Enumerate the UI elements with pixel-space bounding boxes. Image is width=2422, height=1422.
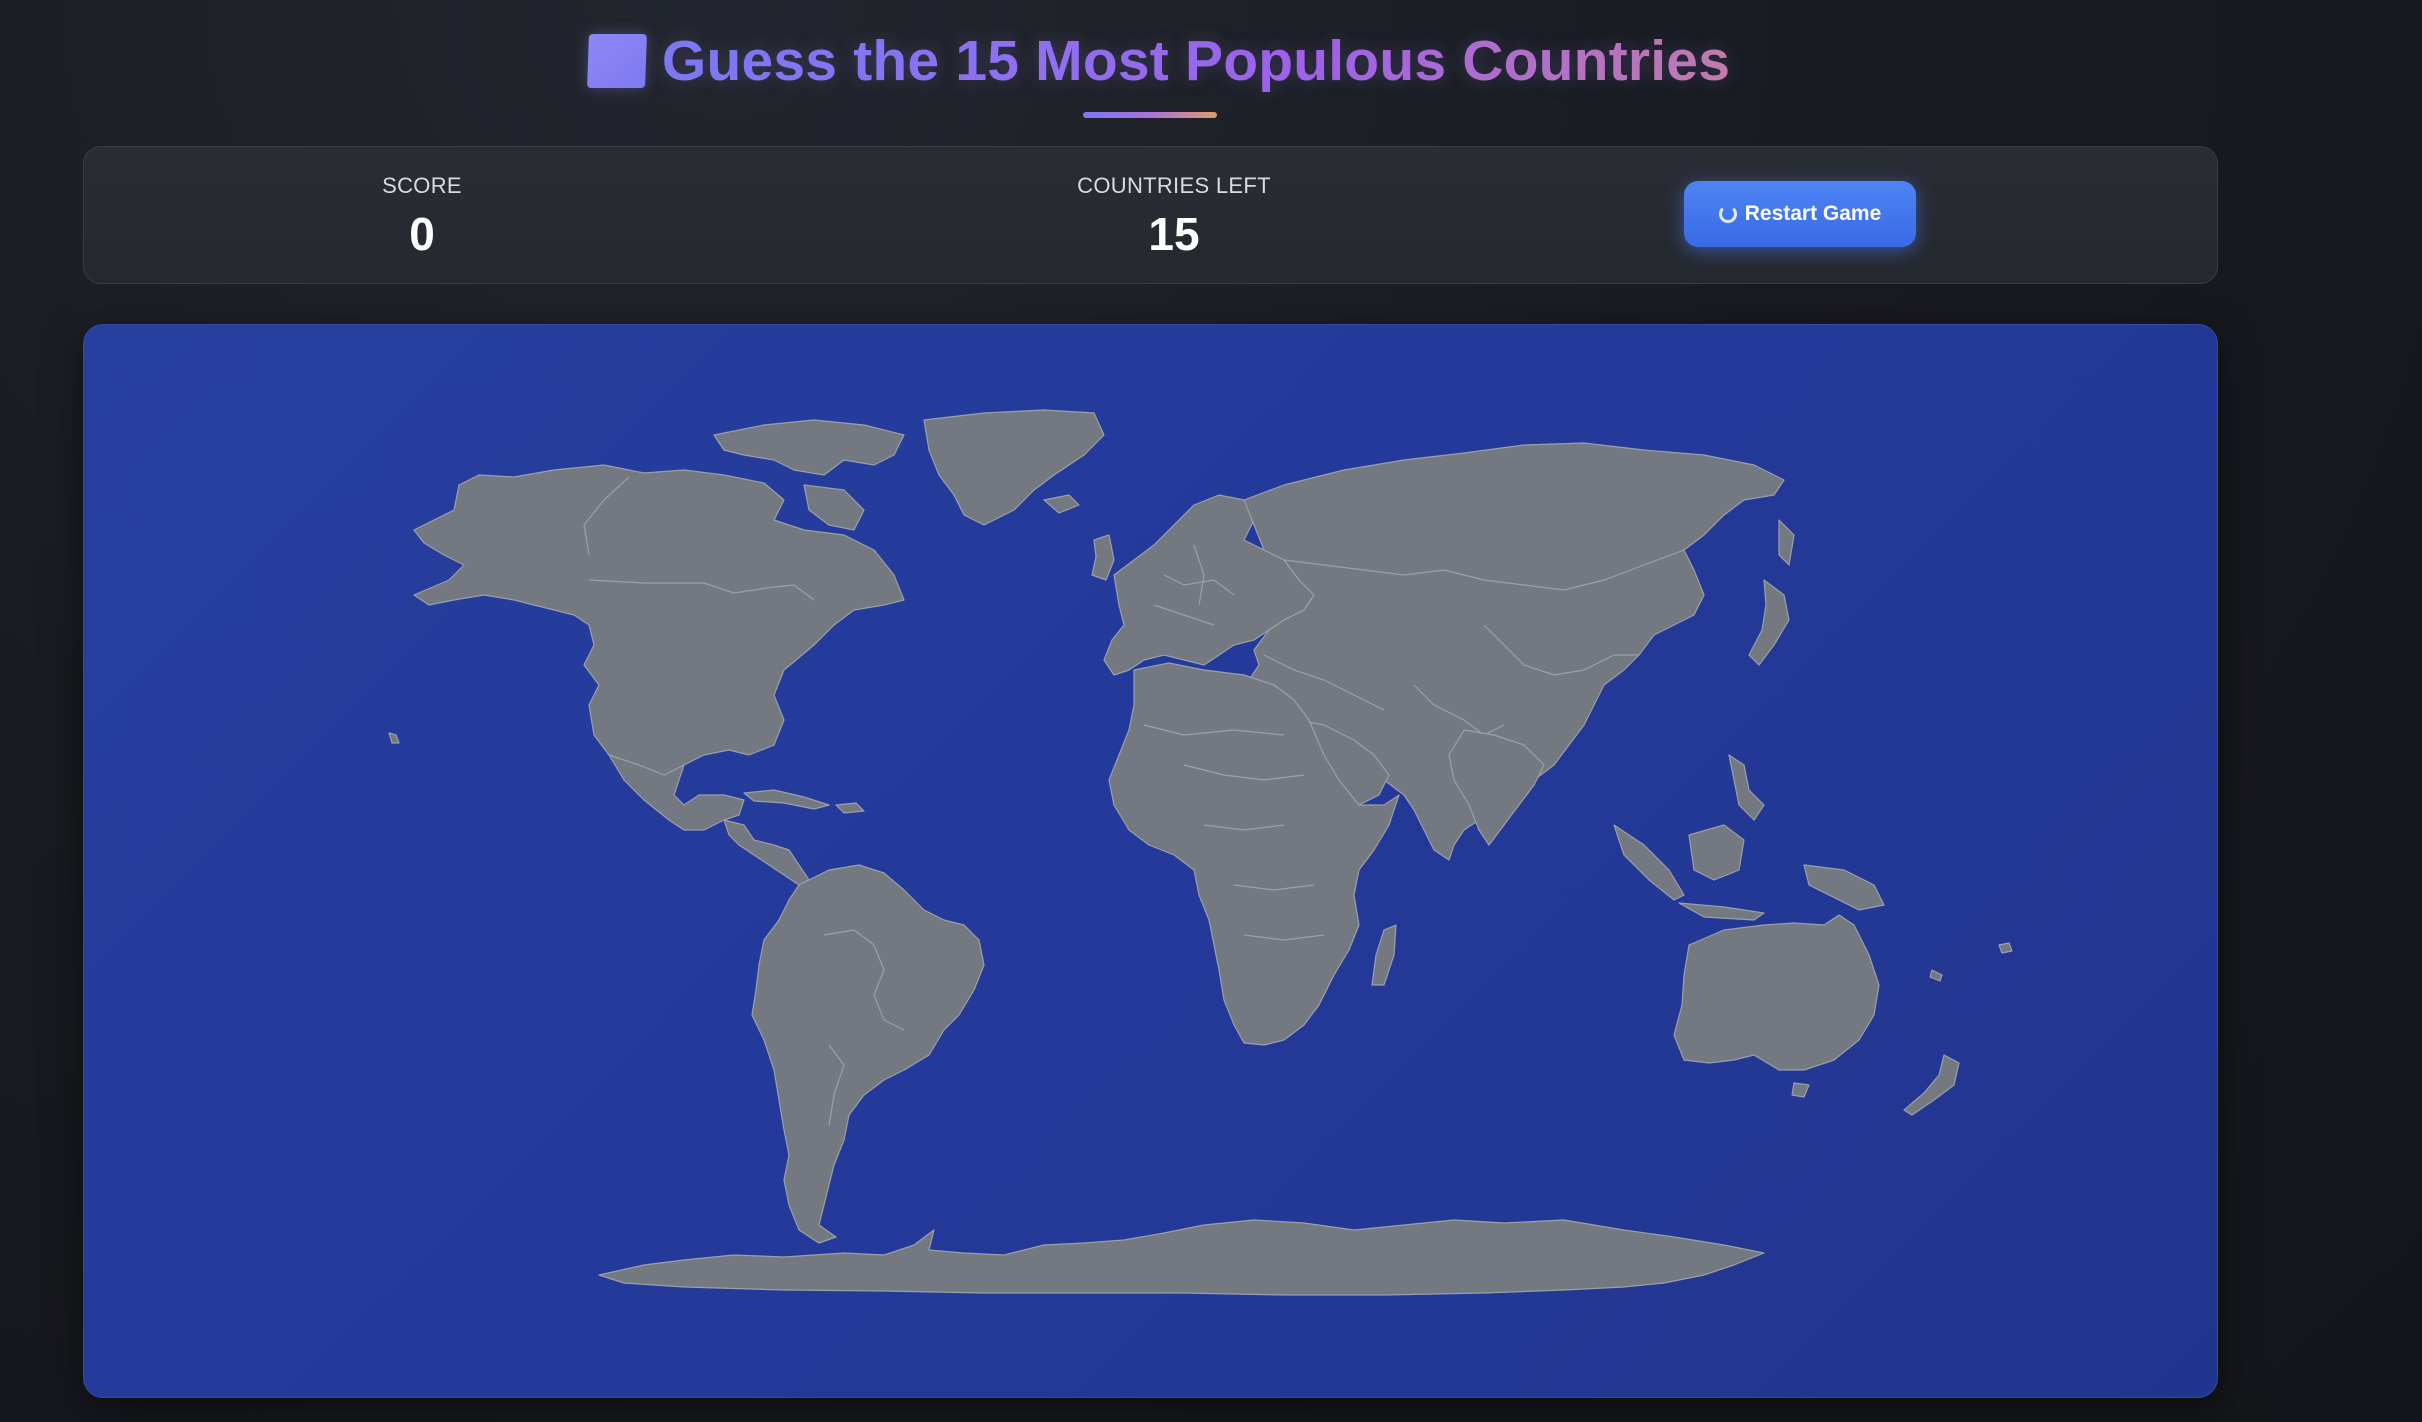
- world-map-svg[interactable]: [84, 325, 2218, 1398]
- score-value: 0: [409, 208, 435, 260]
- country-sakhalin[interactable]: [1778, 519, 1795, 566]
- country-new-guinea[interactable]: [1803, 864, 1885, 911]
- country-uk[interactable]: [1091, 534, 1115, 581]
- country-antarctica[interactable]: [598, 1219, 1765, 1296]
- stats-bar: SCORE 0 COUNTRIES LEFT 15 Restart Game: [83, 146, 2218, 284]
- restart-game-button[interactable]: Restart Game: [1684, 181, 1916, 247]
- country-cuba[interactable]: [743, 789, 830, 810]
- country-fiji[interactable]: [1998, 942, 2013, 954]
- countries-left-value: 15: [1148, 208, 1200, 260]
- restart-game-label: Restart Game: [1744, 202, 1882, 225]
- title-underline: [1083, 112, 1217, 118]
- country-central-america[interactable]: [723, 819, 810, 886]
- country-java[interactable]: [1678, 902, 1765, 921]
- page-title-text: Guess the 15 Most Populous Countries: [661, 29, 1731, 93]
- country-sumatra[interactable]: [1613, 824, 1685, 901]
- page-title: Guess the 15 Most Populous Countries: [0, 28, 2318, 94]
- countries-left-label: COUNTRIES LEFT: [1077, 173, 1271, 198]
- country-hispaniola[interactable]: [835, 802, 865, 814]
- country-hawaii[interactable]: [388, 732, 400, 744]
- world-map[interactable]: [83, 324, 2218, 1398]
- country-madagascar[interactable]: [1371, 924, 1397, 986]
- country-canadian-arctic[interactable]: [713, 419, 905, 476]
- country-philippines[interactable]: [1728, 754, 1765, 821]
- country-south-america[interactable]: [751, 864, 985, 1244]
- world-map-icon: [586, 34, 647, 88]
- country-iceland[interactable]: [1043, 494, 1080, 514]
- country-greenland[interactable]: [923, 409, 1105, 526]
- country-new-zealand[interactable]: [1903, 1054, 1960, 1116]
- country-new-caledonia[interactable]: [1929, 969, 1943, 982]
- country-australia[interactable]: [1673, 914, 1880, 1071]
- country-japan[interactable]: [1748, 579, 1790, 666]
- score-stat: SCORE 0: [292, 173, 552, 261]
- country-borneo[interactable]: [1688, 824, 1745, 881]
- score-label: SCORE: [382, 173, 462, 198]
- refresh-icon: [1718, 205, 1737, 223]
- country-tasmania[interactable]: [1791, 1082, 1810, 1098]
- country-baffin-island[interactable]: [803, 484, 865, 531]
- header: Guess the 15 Most Populous Countries: [0, 0, 2422, 130]
- countries-left-stat: COUNTRIES LEFT 15: [1074, 173, 1274, 261]
